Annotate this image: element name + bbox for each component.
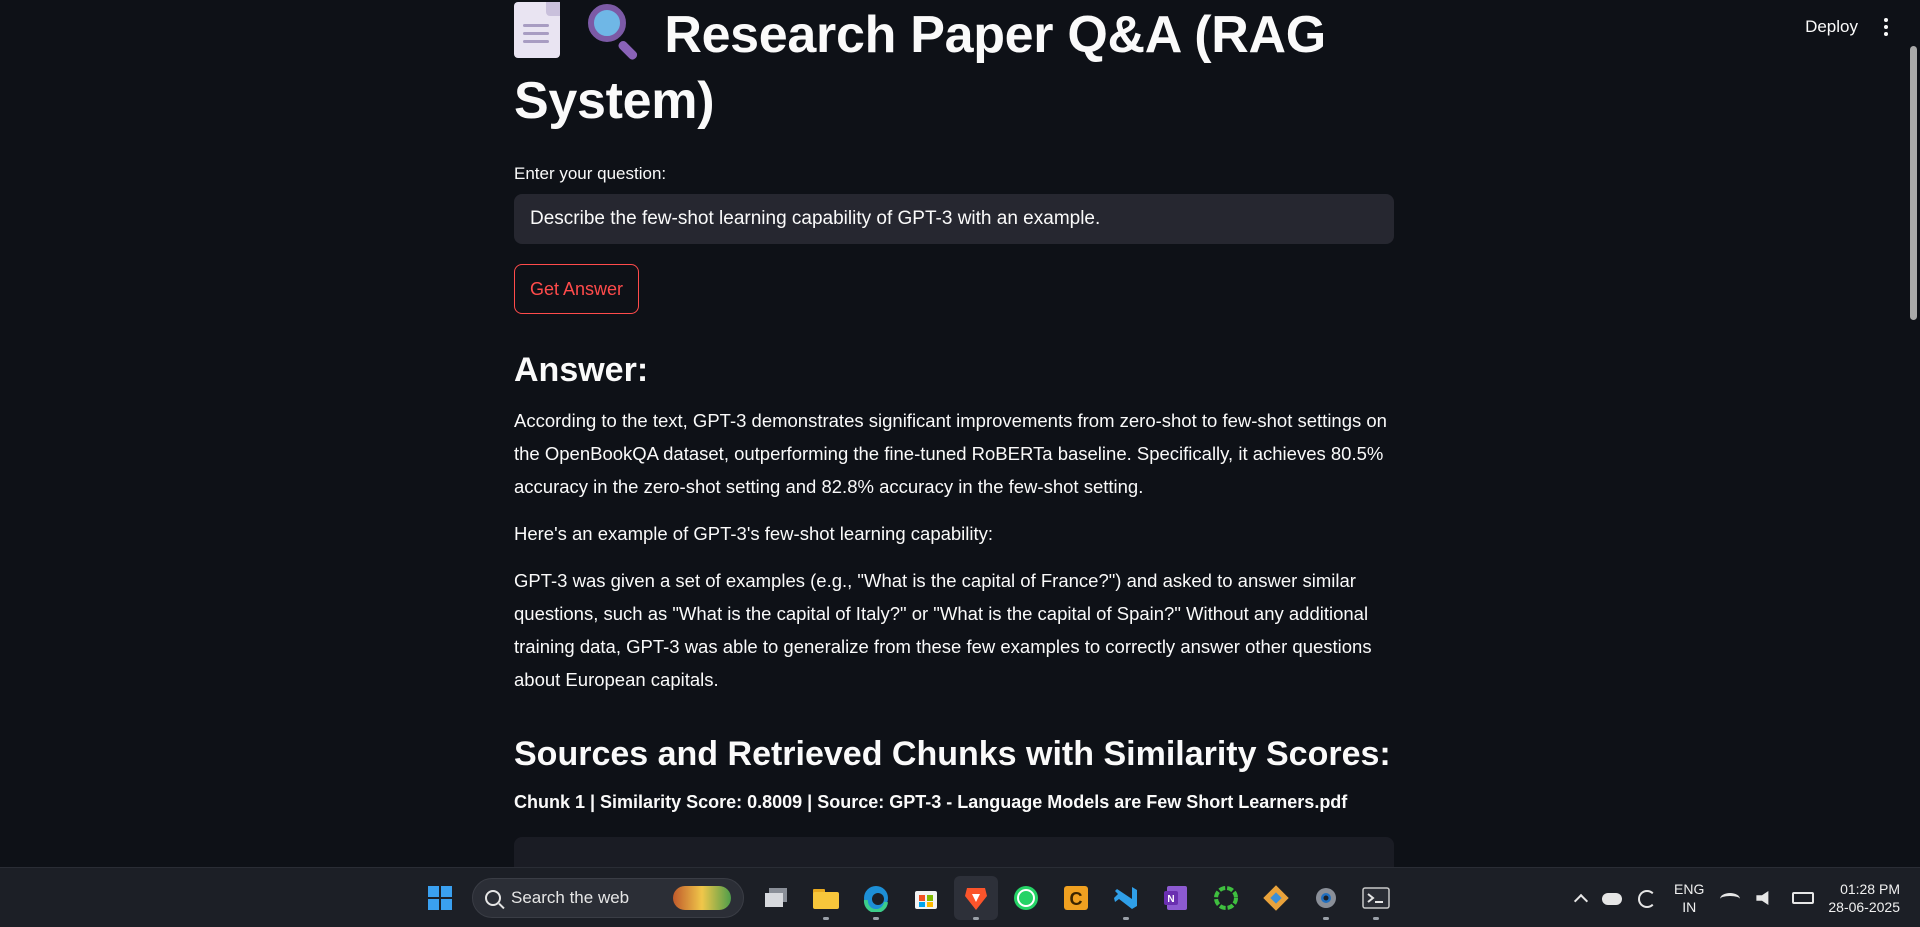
edge-icon[interactable] (854, 876, 898, 920)
magnifier-icon (584, 2, 640, 62)
taskbar-apps: Search the web C N (418, 876, 1398, 920)
chunk-label: Chunk 1 | Similarity Score: 0.8009 | Sou… (514, 792, 1348, 812)
whatsapp-icon[interactable] (1004, 876, 1048, 920)
kebab-menu-icon[interactable] (1880, 16, 1892, 38)
deploy-button[interactable]: Deploy (1805, 17, 1858, 37)
header-toolbar: Deploy (1805, 16, 1892, 38)
taskbar: Search the web C N ENG IN 01:28 PM 28-06… (0, 867, 1920, 927)
language-indicator[interactable]: ENG IN (1674, 880, 1704, 916)
main-content: Research Paper Q&A (RAG System) Enter yo… (514, 0, 1394, 877)
answer-heading: Answer: (514, 351, 649, 389)
get-answer-button[interactable]: Get Answer (514, 264, 640, 314)
clock-date: 28-06-2025 (1828, 899, 1900, 915)
system-tray: ENG IN 01:28 PM 28-06-2025 (1573, 868, 1900, 927)
page-title: Research Paper Q&A (RAG System) (514, 2, 1394, 134)
volume-icon[interactable] (1756, 890, 1776, 906)
wifi-icon[interactable] (1720, 890, 1741, 906)
answer-paragraph: GPT-3 was given a set of examples (e.g.,… (514, 570, 1372, 690)
taskbar-search-text: Search the web (511, 888, 630, 907)
onedrive-icon[interactable] (1602, 890, 1623, 906)
svg-text:N: N (1167, 894, 1174, 905)
scrollbar-thumb[interactable] (1910, 46, 1917, 320)
document-icon (514, 2, 560, 58)
brave-icon[interactable] (954, 876, 998, 920)
taskbar-search[interactable]: Search the web (472, 878, 744, 918)
language-region: IN (1682, 899, 1697, 915)
search-highlight-icon (673, 886, 731, 910)
clock[interactable]: 01:28 PM 28-06-2025 (1828, 880, 1900, 916)
answer-paragraph: According to the text, GPT-3 demonstrate… (514, 410, 1387, 497)
file-explorer-icon[interactable] (804, 876, 848, 920)
settings-icon[interactable] (1304, 876, 1348, 920)
windows-start-icon[interactable] (418, 876, 462, 920)
task-view-icon[interactable] (754, 876, 798, 920)
svg-text:C: C (1070, 889, 1083, 909)
answer-paragraph: Here's an example of GPT-3's few-shot le… (514, 523, 994, 544)
page-scrollbar[interactable] (1906, 0, 1920, 866)
store-icon[interactable] (904, 876, 948, 920)
git-icon[interactable] (1254, 876, 1298, 920)
question-input[interactable] (514, 194, 1394, 244)
battery-icon[interactable] (1792, 890, 1815, 906)
clock-time: 01:28 PM (1840, 881, 1900, 897)
sync-icon[interactable] (1638, 890, 1658, 908)
circle-app-icon[interactable] (1204, 876, 1248, 920)
chevron-up-icon[interactable] (1573, 893, 1589, 909)
question-label: Enter your question: (514, 164, 667, 183)
search-icon (485, 890, 501, 906)
c-app-icon[interactable]: C (1054, 876, 1098, 920)
onenote-icon[interactable]: N (1154, 876, 1198, 920)
vscode-icon[interactable] (1104, 876, 1148, 920)
terminal-icon[interactable] (1354, 876, 1398, 920)
language-code: ENG (1674, 881, 1705, 897)
sources-heading: Sources and Retrieved Chunks with Simila… (514, 735, 1391, 773)
